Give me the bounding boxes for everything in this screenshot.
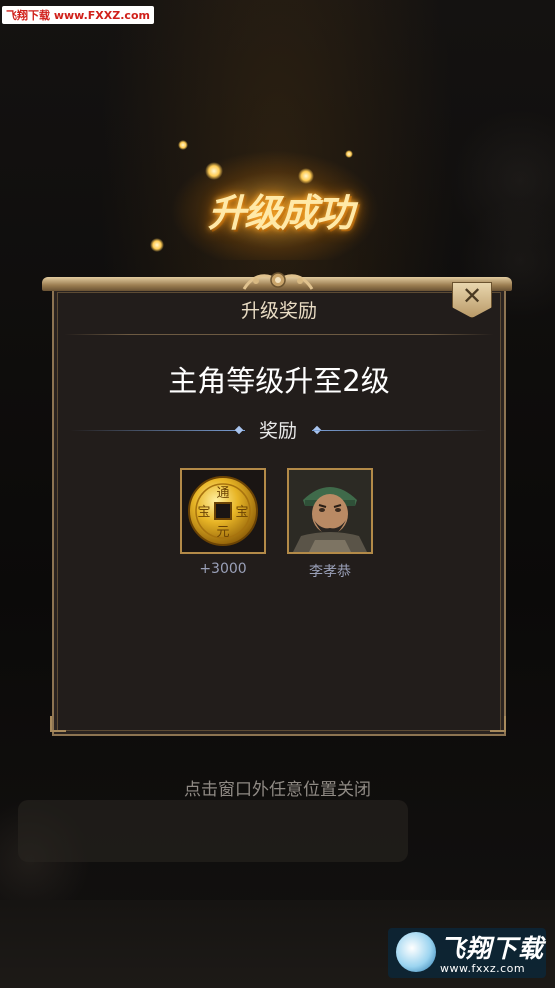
watermark-logo-icon — [396, 932, 436, 972]
close-icon: ✕ — [461, 282, 483, 310]
frame-corner — [490, 716, 506, 732]
coin-char: 宝 — [197, 505, 210, 520]
reward-caption-coin: +3000 — [199, 561, 247, 577]
reward-caption-general: 李孝恭 — [309, 564, 351, 580]
game-screen[interactable]: 飞翔下载 www.FXXZ.com 升级成功 升级奖励 ✕ 主角等级升至2级 奖… — [0, 0, 555, 988]
header-divider — [64, 334, 494, 335]
coin-char: 宝 — [235, 505, 248, 520]
level-up-message: 主角等级升至2级 — [168, 364, 390, 398]
sparkle — [150, 238, 164, 252]
reward-dialog[interactable] — [52, 287, 506, 736]
sparkle — [205, 162, 223, 180]
reward-item-coin[interactable]: 通 宝 元 宝 — [180, 468, 266, 554]
close-hint: 点击窗口外任意位置关闭 — [184, 780, 371, 800]
coin-char: 元 — [216, 525, 229, 540]
background-chat-bar — [18, 800, 408, 862]
copper-coin-icon: 通 宝 元 宝 — [188, 476, 258, 546]
ornament-icon — [242, 272, 314, 290]
general-portrait — [289, 470, 371, 552]
sparkle — [345, 150, 353, 158]
reward-divider-left — [70, 430, 245, 431]
watermark-bottom-text: 飞翔下载 — [440, 934, 545, 963]
watermark-bottom-url: www.fxxz.com — [440, 962, 526, 975]
dialog-title: 升级奖励 — [240, 300, 317, 322]
reward-divider-right — [312, 430, 487, 431]
watermark-top: 飞翔下载 www.FXXZ.com — [2, 6, 154, 24]
sparkle — [178, 140, 188, 150]
level-up-title: 升级成功 — [207, 190, 354, 235]
frame-corner — [50, 716, 66, 732]
reward-section-label: 奖励 — [258, 420, 297, 442]
reward-item-general[interactable] — [287, 468, 373, 554]
coin-char: 通 — [216, 486, 229, 501]
